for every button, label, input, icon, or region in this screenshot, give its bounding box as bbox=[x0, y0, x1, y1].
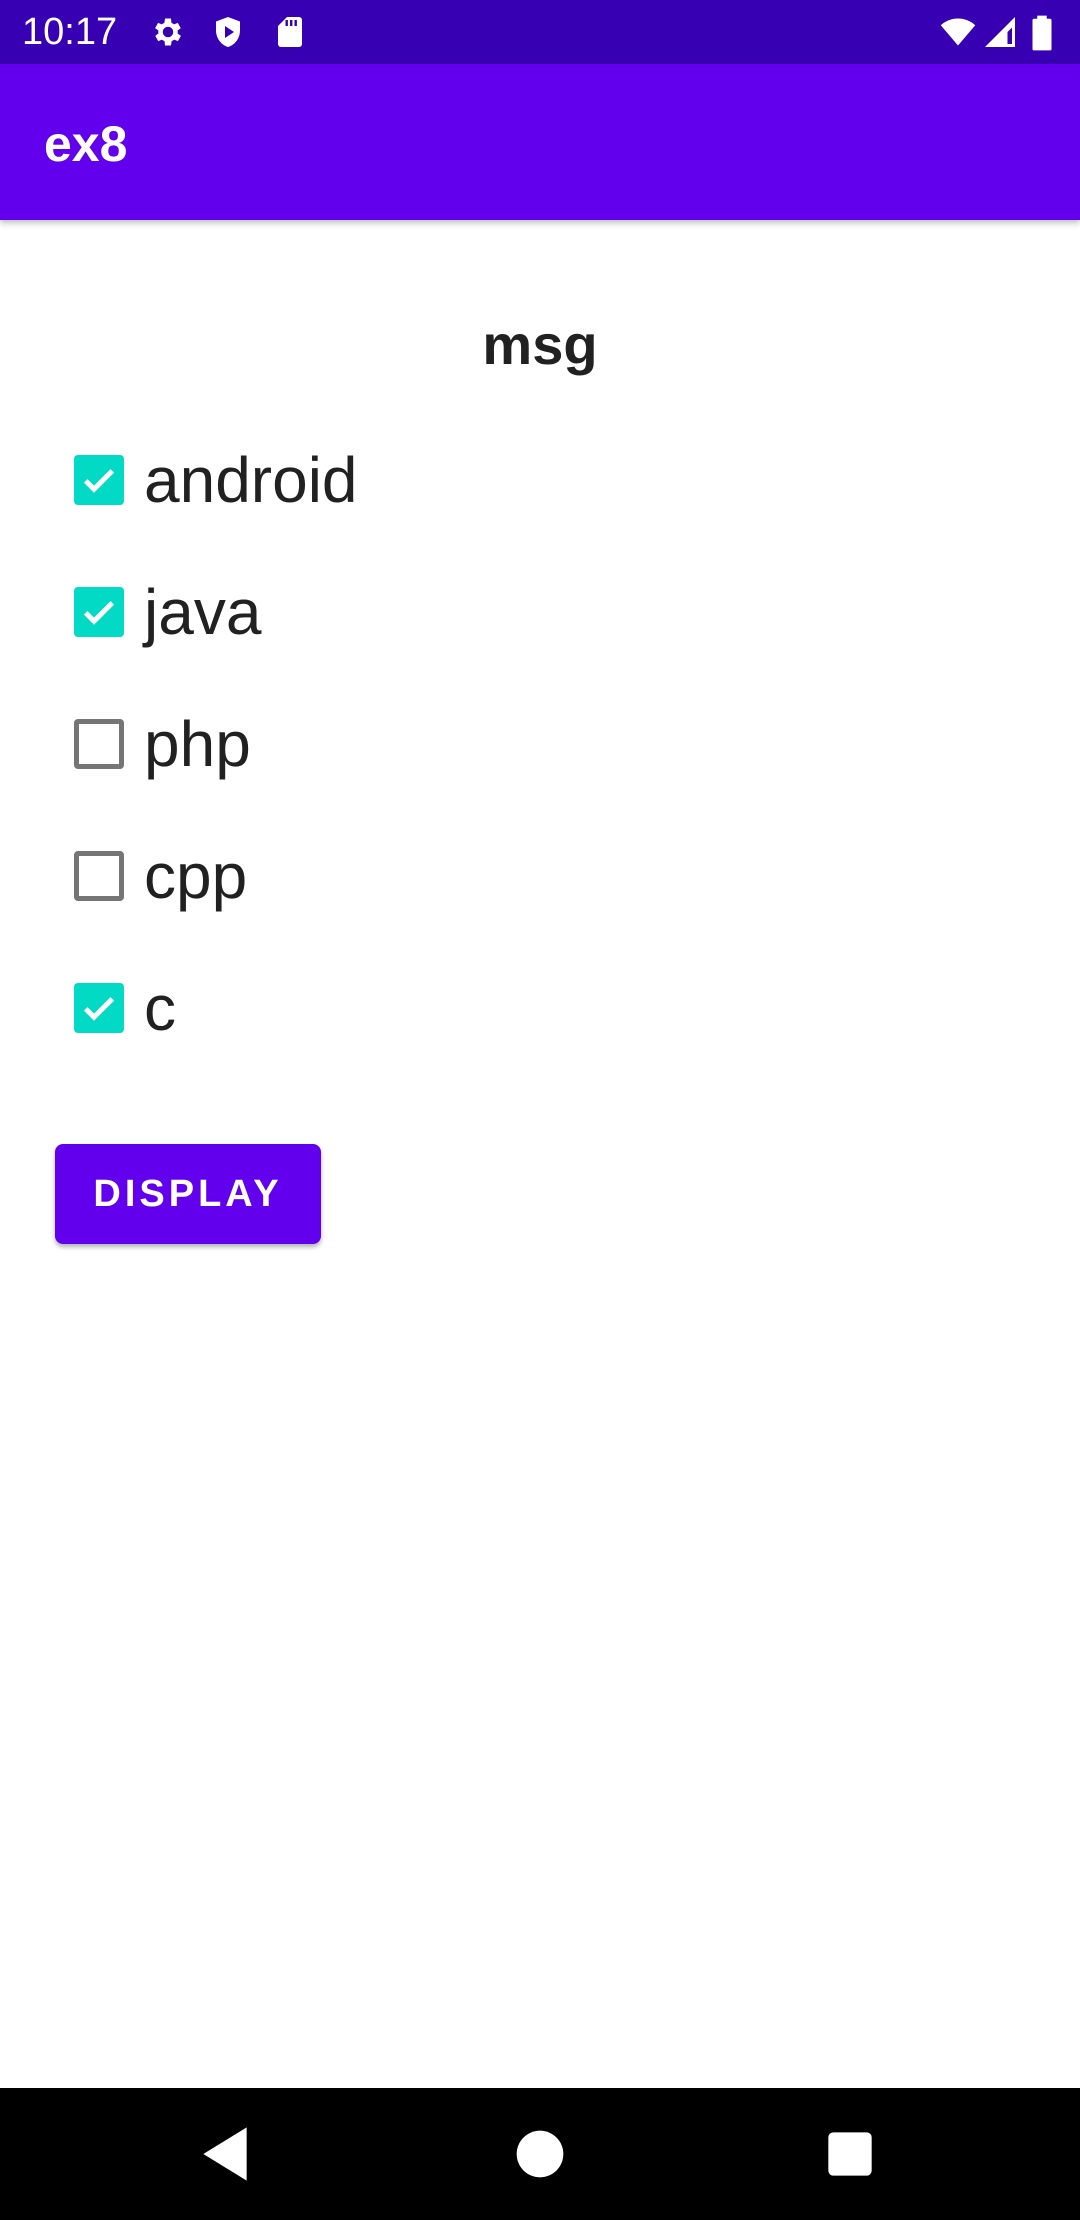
checkbox-android[interactable]: android bbox=[60, 430, 660, 530]
home-icon[interactable] bbox=[500, 2114, 580, 2194]
battery-icon bbox=[1030, 14, 1056, 51]
settings-icon bbox=[150, 14, 186, 50]
signal-icon bbox=[982, 14, 1018, 50]
checkbox-label: php bbox=[144, 708, 251, 780]
status-time: 10:17 bbox=[22, 11, 118, 53]
checkbox-checked-icon[interactable] bbox=[74, 455, 124, 505]
checkbox-label: android bbox=[144, 444, 358, 516]
checkbox-unchecked-icon[interactable] bbox=[74, 851, 124, 901]
app-title: ex8 bbox=[44, 116, 128, 172]
checkbox-cpp[interactable]: cpp bbox=[60, 826, 660, 926]
checkbox-checked-icon[interactable] bbox=[74, 587, 124, 637]
display-button[interactable]: DISPLAY bbox=[55, 1144, 321, 1244]
sd-card-icon bbox=[272, 14, 308, 50]
checkbox-unchecked-icon[interactable] bbox=[74, 719, 124, 769]
checkbox-label: java bbox=[144, 576, 262, 648]
play-protect-icon bbox=[210, 14, 246, 50]
nav-bar bbox=[0, 2088, 1080, 2220]
recents-icon[interactable] bbox=[810, 2114, 890, 2194]
checkbox-php[interactable]: php bbox=[60, 694, 660, 794]
checkbox-java[interactable]: java bbox=[60, 562, 660, 662]
checkbox-label: cpp bbox=[144, 840, 248, 912]
checkbox-checked-icon[interactable] bbox=[74, 983, 124, 1033]
msg-label: msg bbox=[482, 313, 598, 376]
wifi-icon bbox=[938, 14, 978, 50]
checkbox-label: c bbox=[144, 972, 176, 1044]
screen: 10:17 ex8 msg android java php cpp c DIS… bbox=[0, 0, 1080, 2220]
app-bar: ex8 bbox=[0, 64, 1080, 220]
back-icon[interactable] bbox=[190, 2114, 270, 2194]
status-bar: 10:17 bbox=[0, 0, 1080, 64]
checkbox-c[interactable]: c bbox=[60, 958, 660, 1058]
